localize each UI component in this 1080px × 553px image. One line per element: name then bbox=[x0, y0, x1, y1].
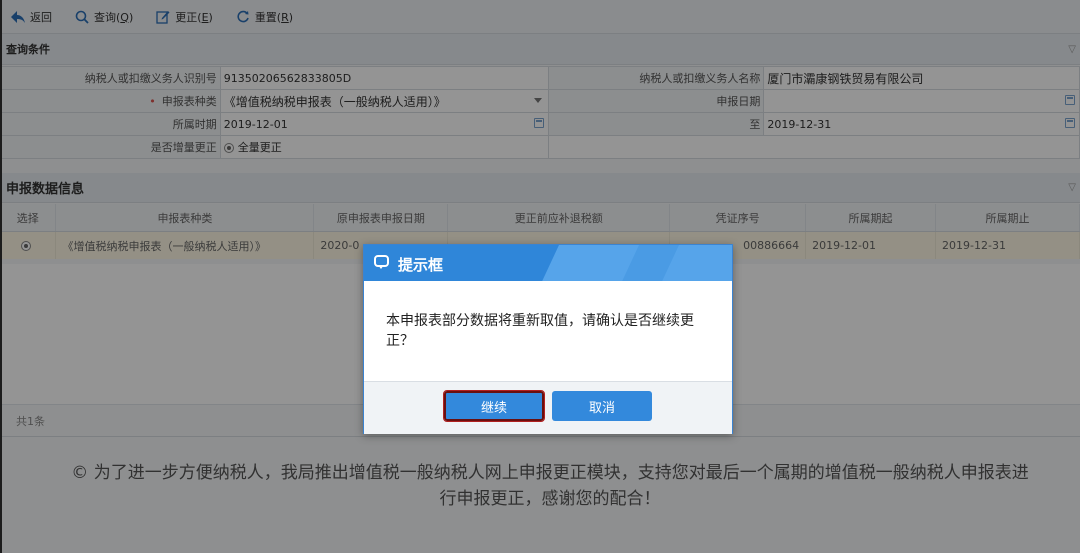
dialog-header[interactable]: 提示框 bbox=[364, 245, 732, 281]
cancel-button[interactable]: 取消 bbox=[552, 391, 652, 421]
window-border bbox=[0, 0, 2, 553]
continue-button[interactable]: 继续 bbox=[443, 390, 545, 422]
dialog-footer bbox=[364, 381, 732, 434]
dialog-message: 本申报表部分数据将重新取值，请确认是否继续更正？ bbox=[386, 313, 694, 349]
chat-bubble-icon bbox=[374, 255, 389, 269]
dialog-title: 提示框 bbox=[398, 256, 444, 274]
prompt-dialog: 提示框 本申报表部分数据将重新取值，请确认是否继续更正？ 继续 取消 bbox=[363, 244, 733, 434]
